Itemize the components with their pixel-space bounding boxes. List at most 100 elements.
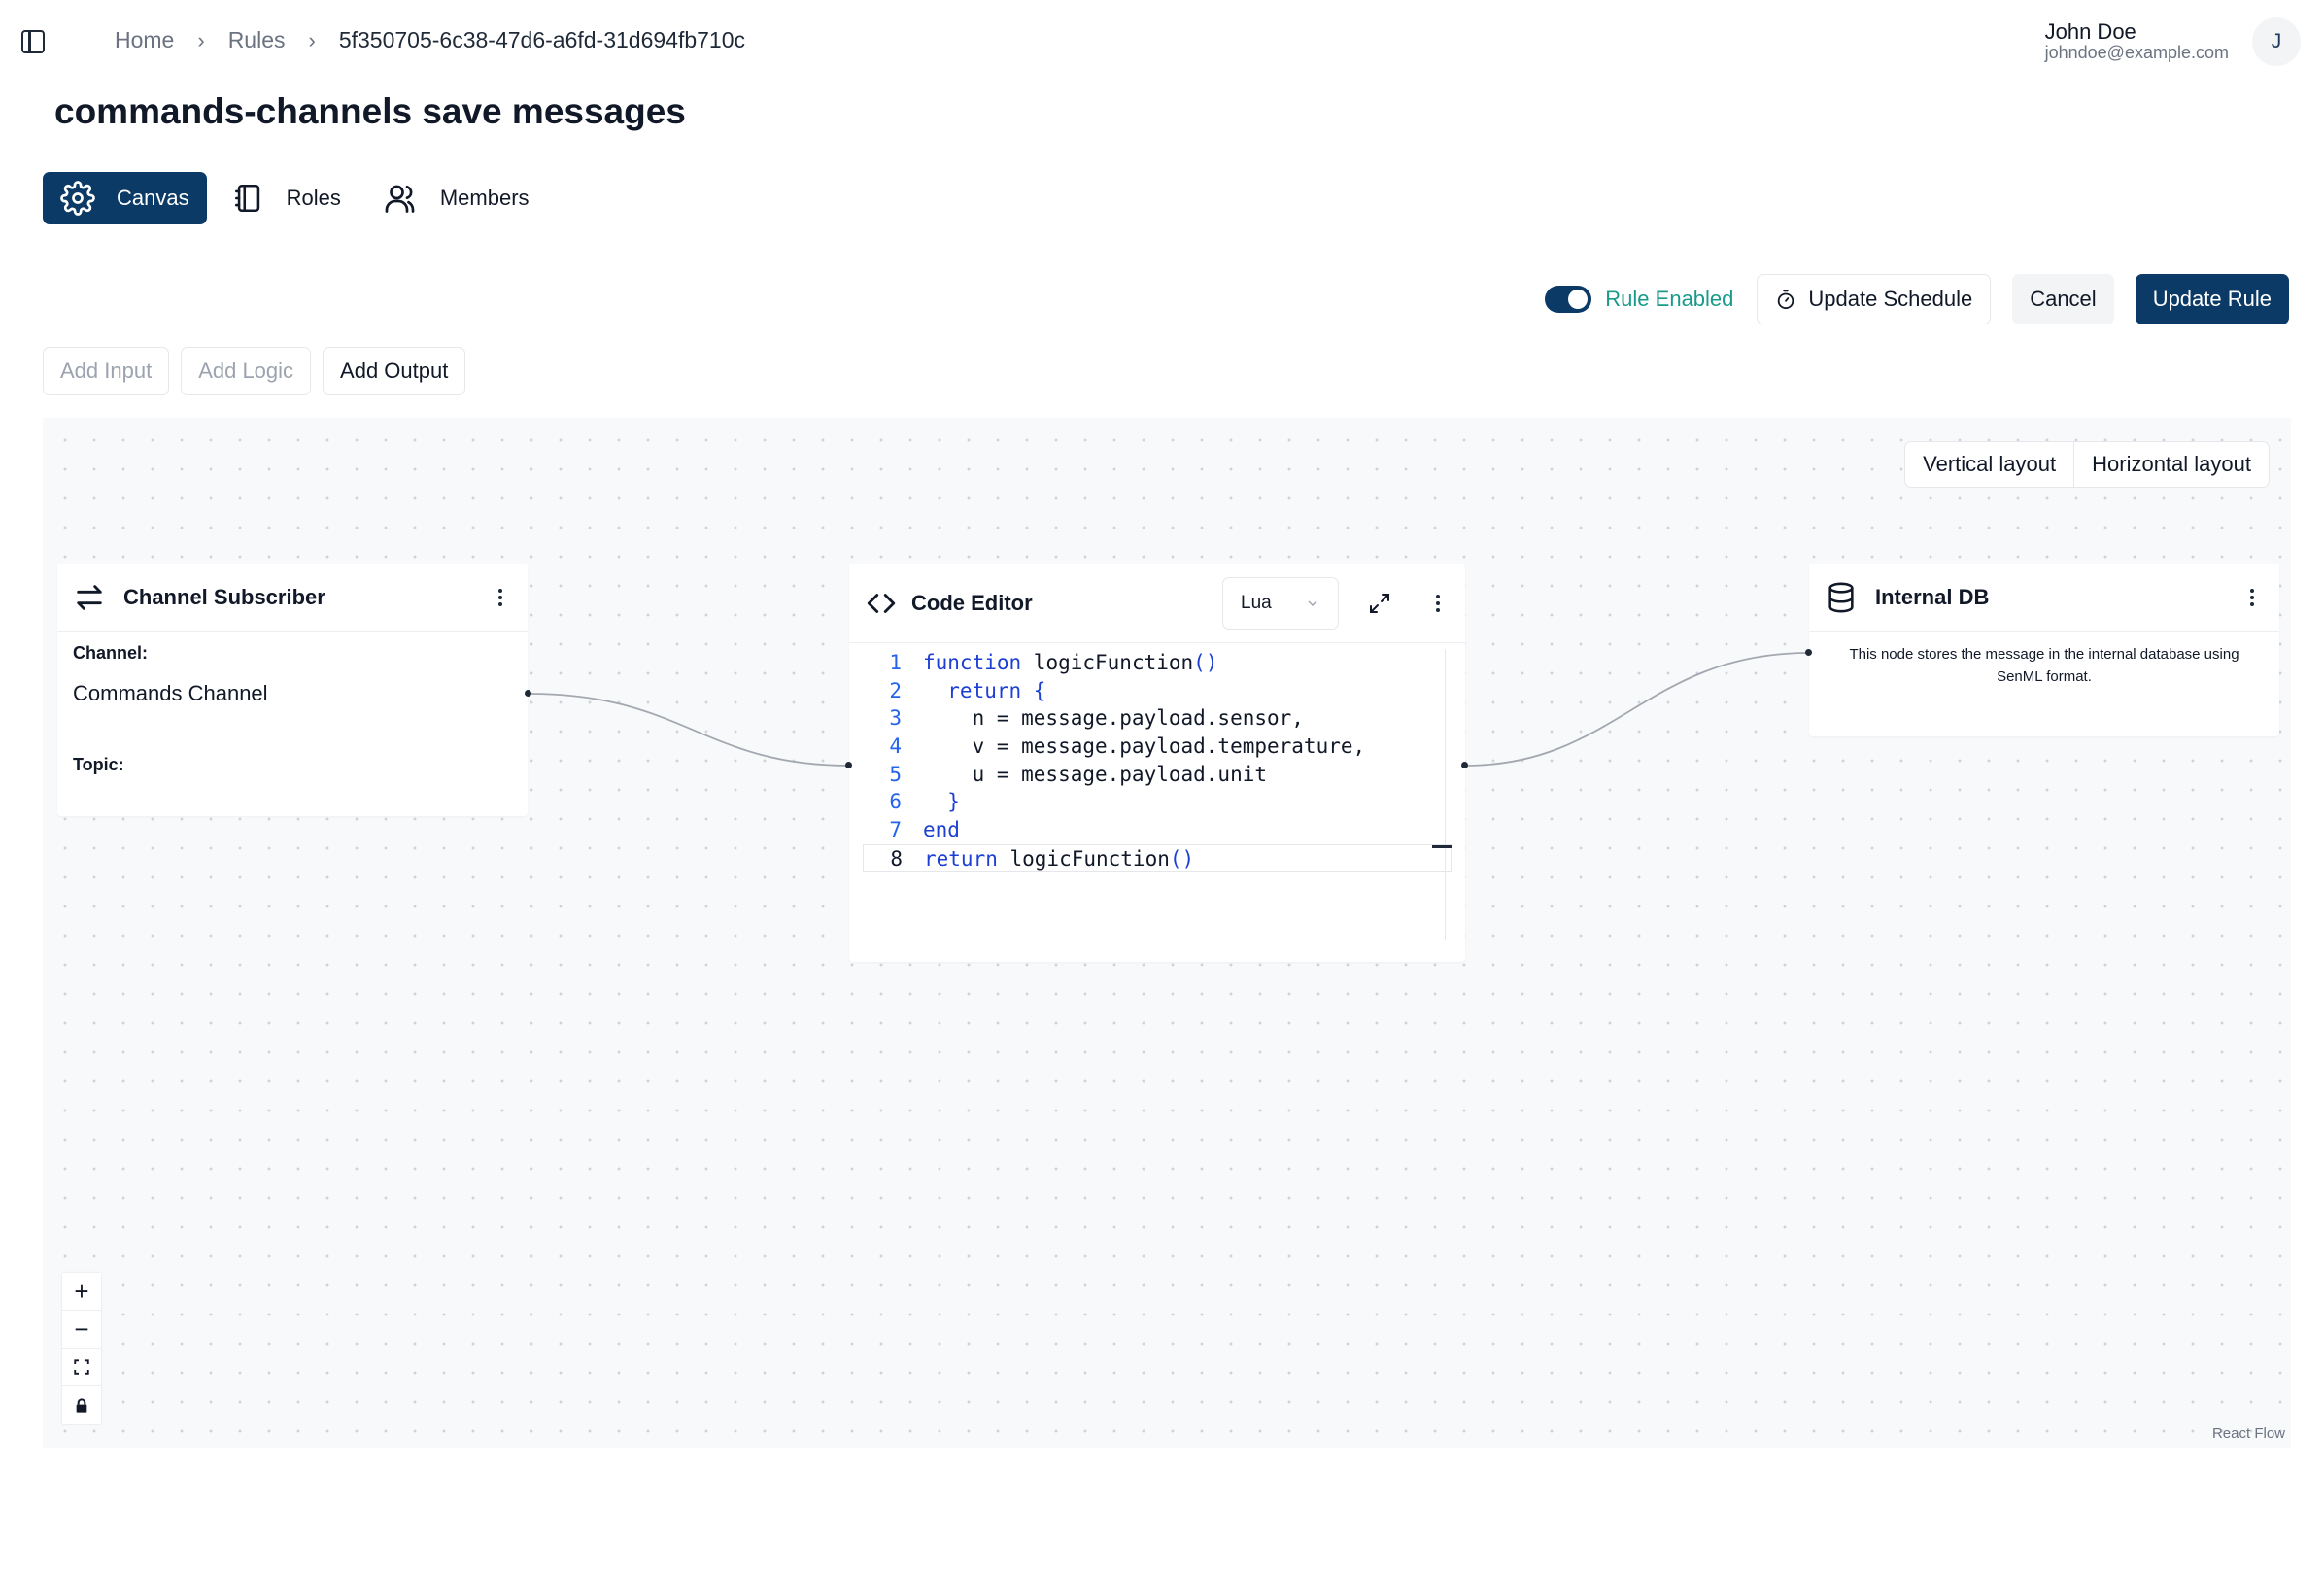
edge-code-to-db <box>1464 652 1810 767</box>
add-output-button[interactable]: Add Output <box>323 347 466 395</box>
code-token: n = message.payload.sensor, <box>923 706 1304 731</box>
update-schedule-label: Update Schedule <box>1808 287 1973 311</box>
code-text: v = message.payload.temperature, <box>923 733 1366 761</box>
tab-bar: Canvas Roles Members <box>43 172 555 224</box>
code-token: logicFunction <box>1021 651 1194 674</box>
line-number: 3 <box>889 706 902 731</box>
chevron-right-icon: › <box>308 27 316 52</box>
code-keyword: () <box>1193 651 1218 674</box>
tab-canvas[interactable]: Canvas <box>43 172 207 224</box>
code-text: return logicFunction() <box>924 845 1194 871</box>
code-text: u = message.payload.unit <box>923 761 1267 789</box>
zoom-out-button[interactable]: − <box>62 1311 101 1349</box>
lock-icon <box>76 1397 87 1413</box>
node-input-handle[interactable] <box>1805 649 1812 656</box>
user-email: johndoe@example.com <box>2044 43 2229 62</box>
stopwatch-icon <box>1778 290 1794 310</box>
add-logic-button[interactable]: Add Logic <box>181 347 312 395</box>
zoom-in-button[interactable]: + <box>62 1273 101 1311</box>
code-line[interactable]: 8 return logicFunction() <box>863 843 1452 872</box>
code-token: u = message.payload.unit <box>923 762 1268 786</box>
channel-subscriber-node[interactable]: Channel Subscriber Channel: Commands Cha… <box>57 564 528 816</box>
code-line[interactable]: 5 u = message.payload.unit <box>863 761 1452 789</box>
editor-scrollbar[interactable] <box>1444 649 1446 940</box>
tab-roles[interactable]: Roles <box>215 172 359 224</box>
internal-db-node[interactable]: Internal DB This node stores the message… <box>1809 564 2279 736</box>
code-text: } <box>923 788 960 816</box>
node-output-handle[interactable] <box>525 690 531 697</box>
user-name: John Doe <box>2044 19 2136 44</box>
node-description: This node stores the message in the inte… <box>1849 646 2239 685</box>
rule-enabled-toggle[interactable] <box>1545 286 1592 313</box>
database-icon <box>1828 582 1854 612</box>
line-number: 4 <box>889 734 902 759</box>
line-number: 7 <box>889 818 902 842</box>
tab-members[interactable]: Members <box>366 172 547 224</box>
node-title: Internal DB <box>1875 584 1990 609</box>
update-schedule-button[interactable]: Update Schedule <box>1757 274 1992 324</box>
node-output-handle[interactable] <box>1461 762 1468 768</box>
cancel-button[interactable]: Cancel <box>2012 274 2114 324</box>
line-number: 8 <box>890 846 903 871</box>
page-title: commands-channels save messages <box>54 91 686 131</box>
edge-subscriber-to-code <box>528 693 850 767</box>
code-line[interactable]: 7 end <box>863 816 1452 844</box>
language-select[interactable]: Lua <box>1222 576 1339 630</box>
node-menu-icon[interactable] <box>489 586 512 609</box>
code-brackets-icon <box>867 593 896 613</box>
code-token: v = message.payload.temperature, <box>923 734 1366 759</box>
node-menu-icon[interactable] <box>1426 592 1450 615</box>
code-token: logicFunction <box>997 846 1170 871</box>
line-number: 2 <box>889 678 902 702</box>
line-number: 6 <box>889 790 902 814</box>
rule-enabled-label: Rule Enabled <box>1605 287 1734 311</box>
rule-actions: Rule Enabled Update Schedule Cancel Upda… <box>1545 274 2289 324</box>
code-text: return { <box>923 677 1045 705</box>
node-menu-icon[interactable] <box>2240 586 2264 609</box>
sidebar-toggle-icon[interactable] <box>21 30 45 53</box>
node-title: Channel Subscriber <box>123 584 325 609</box>
channel-value: Commands Channel <box>73 681 268 705</box>
breadcrumb-rules[interactable]: Rules <box>228 27 286 53</box>
tab-roles-label: Roles <box>286 186 341 210</box>
update-rule-button[interactable]: Update Rule <box>2135 274 2289 324</box>
channel-label: Channel: <box>73 643 149 663</box>
fit-view-button[interactable] <box>62 1349 101 1386</box>
code-line[interactable]: 3 n = message.payload.sensor, <box>863 704 1452 733</box>
breadcrumb-current: 5f350705-6c38-47d6-a6fd-31d694fb710c <box>338 27 746 52</box>
code-editor[interactable]: 1 function logicFunction() 2 return {3 n =… <box>863 649 1452 952</box>
line-number: 5 <box>889 762 902 786</box>
breadcrumb-home[interactable]: Home <box>115 27 174 53</box>
zoom-controls: + − <box>62 1273 101 1424</box>
tab-canvas-label: Canvas <box>117 186 189 210</box>
flow-canvas[interactable]: Vertical layout Horizontal layout Channe… <box>43 418 2291 1448</box>
user-menu: John Doe johndoe@example.com J <box>2045 17 2301 66</box>
code-keyword: return <box>924 846 998 871</box>
code-editor-node[interactable]: Code Editor Lua 1 function logicFunction(… <box>849 564 1465 962</box>
code-text: end <box>923 816 960 844</box>
lock-button[interactable] <box>62 1386 101 1424</box>
gear-icon <box>60 181 95 216</box>
expand-icon[interactable] <box>1368 592 1391 615</box>
code-keyword: end <box>923 818 960 842</box>
code-keyword: return <box>923 678 1022 702</box>
code-text: function logicFunction() <box>923 649 1217 677</box>
code-keyword: function <box>923 651 1022 674</box>
code-lines: 1 function logicFunction() 2 return {3 n =… <box>863 649 1452 872</box>
code-line[interactable]: 4 v = message.payload.temperature, <box>863 733 1452 761</box>
react-flow-attribution[interactable]: React Flow <box>2212 1425 2285 1442</box>
code-line[interactable]: 6 } <box>863 788 1452 816</box>
code-keyword: { <box>1021 678 1046 702</box>
avatar[interactable]: J <box>2252 17 2301 66</box>
code-line[interactable]: 2 return { <box>863 677 1452 705</box>
chevron-right-icon: › <box>197 27 205 52</box>
line-number: 1 <box>889 651 902 674</box>
fit-view-icon <box>74 1359 89 1375</box>
notebook-icon <box>234 184 259 213</box>
topic-label: Topic: <box>73 755 124 774</box>
add-input-button[interactable]: Add Input <box>43 347 170 395</box>
users-icon <box>385 185 415 213</box>
code-line[interactable]: 1 function logicFunction() <box>863 649 1452 677</box>
node-input-handle[interactable] <box>845 762 852 768</box>
tab-members-label: Members <box>439 186 530 210</box>
